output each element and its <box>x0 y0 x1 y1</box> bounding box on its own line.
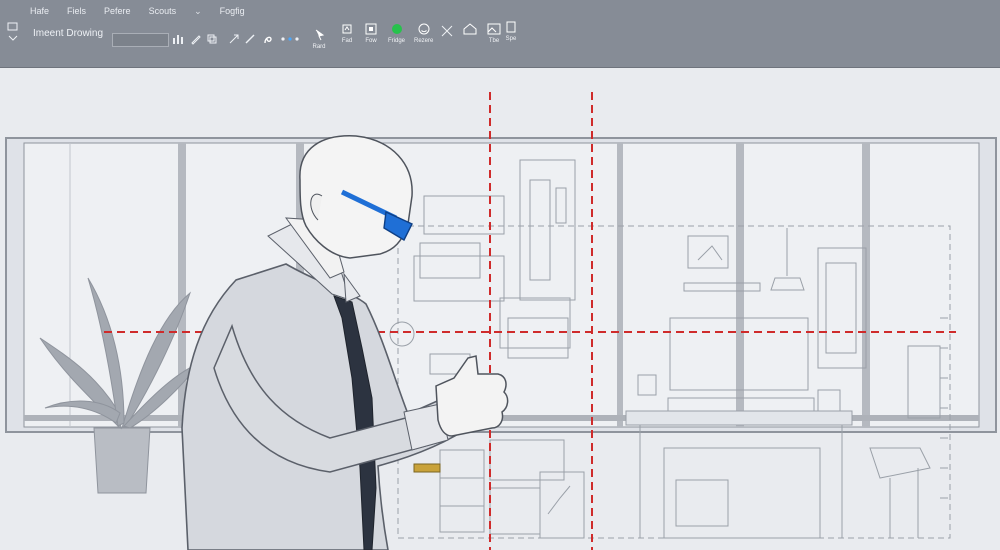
green-dot-tool-label: Fridge <box>388 38 406 44</box>
dots-icon[interactable] <box>280 36 300 42</box>
select-tool-button[interactable]: Fad <box>340 22 354 44</box>
arrow-tool-button[interactable]: Rard <box>312 28 326 50</box>
select-icon <box>342 24 352 34</box>
layers-icon[interactable] <box>206 33 218 45</box>
home-icon <box>463 23 477 35</box>
menu-item-hafe[interactable]: Hafe <box>30 6 49 20</box>
glasses-tool-label: Spe <box>505 36 517 42</box>
home-tool-label: Tbe <box>488 38 500 44</box>
scissors-icon[interactable] <box>440 24 454 38</box>
document-title: Imeent Drowing <box>33 28 104 39</box>
app-menu-button[interactable] <box>6 20 20 44</box>
pen-icon[interactable] <box>262 33 274 45</box>
image-tool-button[interactable]: Tbe <box>486 22 502 44</box>
ribbon-toolbar: Hafe Fiels Pefere Scouts ⌄ Fogfig Imeent… <box>0 0 1000 68</box>
green-dot-icon <box>391 24 402 34</box>
menu-item-scouts[interactable]: Scouts <box>149 6 177 20</box>
smile-tool-label: Rezere <box>414 38 434 44</box>
arrow-tool-label: Rard <box>312 44 326 50</box>
home-tool-button[interactable] <box>462 22 478 36</box>
image-icon <box>487 23 501 35</box>
glasses-tool-button[interactable]: Spe <box>504 20 518 42</box>
brush-icon[interactable] <box>190 33 202 45</box>
select-tool-label: Fad <box>341 38 353 44</box>
menu-item-fiels[interactable]: Fiels <box>67 6 86 20</box>
frame-tool-label: Fow <box>365 38 377 44</box>
drawing-canvas[interactable] <box>0 68 1000 550</box>
frame-icon <box>365 23 377 35</box>
menu-item-pefere[interactable]: Pefere <box>104 6 131 20</box>
green-dot-tool-button[interactable]: Fridge <box>388 22 405 44</box>
frame-tool-button[interactable]: Fow <box>364 22 378 44</box>
font-combo[interactable] <box>112 33 169 47</box>
arrow-icon <box>315 29 325 41</box>
chevron-down-icon[interactable]: ⌄ <box>194 6 202 20</box>
bars-icon[interactable] <box>172 33 184 45</box>
crosshair-icon[interactable] <box>228 33 240 45</box>
menu-bar: Hafe Fiels Pefere Scouts ⌄ Fogfig <box>30 6 245 20</box>
glasses-icon <box>506 21 516 33</box>
pencil-icon[interactable] <box>244 33 256 45</box>
smile-icon <box>418 23 430 35</box>
menu-item-fogfig[interactable]: Fogfig <box>220 6 245 20</box>
smile-tool-button[interactable]: Rezere <box>414 22 433 44</box>
